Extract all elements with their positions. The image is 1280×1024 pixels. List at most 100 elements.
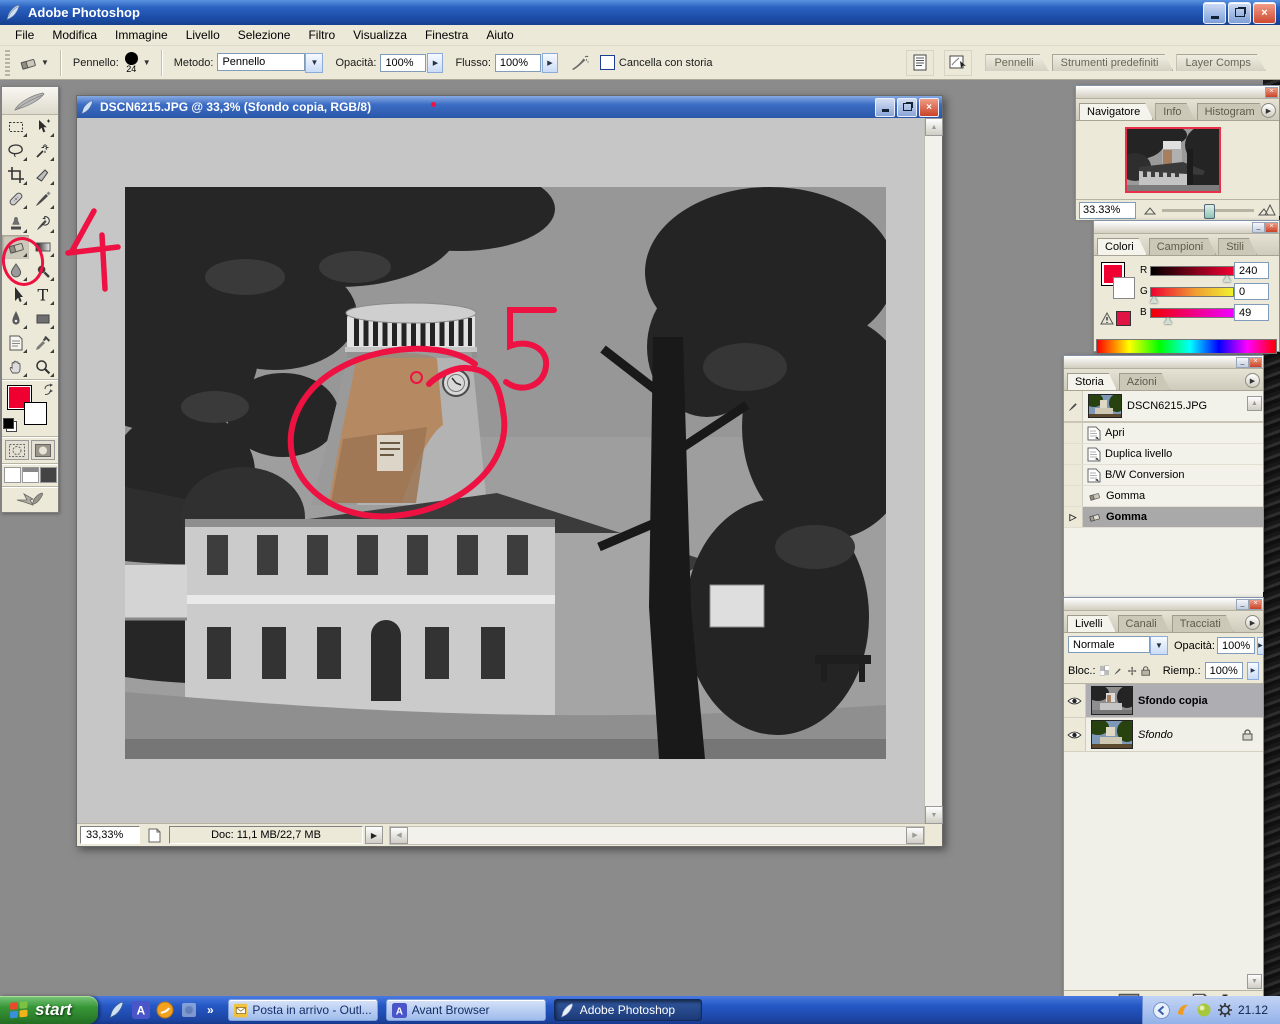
tab-navigatore[interactable]: Navigatore (1079, 103, 1153, 120)
layer-visibility-toggle[interactable] (1064, 718, 1086, 751)
tab-azioni[interactable]: Azioni (1119, 373, 1170, 390)
scroll-up-button[interactable]: ▲ (925, 118, 943, 136)
history-source-brush-icon[interactable] (1067, 400, 1080, 413)
opacity-input[interactable]: 100% (380, 54, 426, 72)
well-tab-strumenti[interactable]: Strumenti predefiniti (1052, 54, 1174, 71)
blend-mode-select[interactable]: Normale ▼ (1068, 636, 1168, 655)
layers-scroll-down[interactable]: ▼ (1247, 974, 1262, 989)
clone-stamp-tool[interactable] (2, 211, 29, 235)
ql-messenger-icon[interactable] (156, 1001, 174, 1019)
quickmask-mode-button[interactable] (31, 440, 55, 460)
menu-filtro[interactable]: Filtro (299, 26, 344, 44)
flow-spinner[interactable]: ▶ (542, 53, 558, 73)
tab-histogram[interactable]: Histogram (1197, 103, 1268, 120)
layer-visibility-toggle[interactable] (1064, 684, 1086, 717)
color-palette-header[interactable]: _ × (1094, 221, 1279, 234)
layers-minimize-icon[interactable]: _ (1236, 599, 1249, 610)
lock-move-icon[interactable] (1127, 665, 1137, 677)
doc-close-button[interactable]: × (919, 98, 939, 117)
tab-stili[interactable]: Stili (1218, 238, 1257, 255)
file-info-button[interactable] (906, 50, 934, 76)
tray-gear-icon[interactable] (1217, 1002, 1233, 1018)
doc-minimize-button[interactable] (875, 98, 895, 117)
menu-selezione[interactable]: Selezione (229, 26, 300, 44)
fullscreen-menubar-button[interactable] (22, 467, 39, 483)
menu-file[interactable]: File (6, 26, 43, 44)
menu-visualizza[interactable]: Visualizza (344, 26, 416, 44)
history-state-gomma1[interactable]: Gomma (1064, 486, 1263, 507)
history-source-well[interactable]: ▷ (1064, 507, 1083, 527)
tab-storia[interactable]: Storia (1067, 373, 1117, 390)
color-background-swatch[interactable] (1113, 277, 1135, 299)
blur-tool[interactable] (2, 259, 29, 283)
navigator-palette-header[interactable]: × (1076, 86, 1279, 99)
resize-grip[interactable] (925, 824, 942, 846)
fullscreen-button[interactable] (40, 467, 57, 483)
color-close-icon[interactable]: × (1265, 222, 1278, 233)
zoom-in-mountains-icon[interactable] (1258, 204, 1276, 216)
eraser-tool[interactable] (2, 235, 29, 259)
well-tab-layercomps[interactable]: Layer Comps (1176, 54, 1265, 71)
history-source-well[interactable] (1064, 423, 1083, 443)
standard-screen-button[interactable] (4, 467, 21, 483)
options-grip[interactable] (5, 50, 10, 76)
history-state-gomma2-selected[interactable]: ▷ Gomma (1064, 507, 1263, 528)
ql-overflow-chevron[interactable]: » (207, 1003, 214, 1017)
menu-aiuto[interactable]: Aiuto (477, 26, 522, 44)
menu-finestra[interactable]: Finestra (416, 26, 477, 44)
channel-r-slider[interactable] (1150, 266, 1234, 276)
lock-all-icon[interactable] (1141, 665, 1150, 677)
status-menu-arrow[interactable]: ▶ (365, 826, 383, 844)
current-tool-button[interactable]: ▼ (13, 52, 53, 74)
path-selection-tool[interactable] (2, 283, 29, 307)
move-tool[interactable] (29, 115, 56, 139)
scroll-right-button[interactable]: ▶ (906, 827, 924, 844)
history-state-bw-conversion[interactable]: B/W Conversion (1064, 465, 1263, 486)
flow-input[interactable]: 100% (495, 54, 541, 72)
dodge-tool[interactable] (29, 259, 56, 283)
history-scroll-up[interactable]: ▲ (1247, 396, 1262, 411)
channel-b-slider[interactable] (1150, 308, 1234, 318)
hand-tool[interactable] (2, 355, 29, 379)
pen-tool[interactable] (2, 307, 29, 331)
navigator-menu-icon[interactable]: ▶ (1261, 103, 1276, 118)
history-close-icon[interactable]: × (1249, 357, 1262, 368)
lock-paint-icon[interactable] (1113, 665, 1123, 677)
menu-modifica[interactable]: Modifica (43, 26, 106, 44)
background-color-swatch[interactable] (24, 402, 47, 425)
menu-immagine[interactable]: Immagine (106, 26, 177, 44)
hide-icons-chevron[interactable] (1153, 1002, 1170, 1019)
menu-livello[interactable]: Livello (177, 26, 229, 44)
channel-r-value[interactable]: 240 (1234, 262, 1269, 279)
layers-palette-header[interactable]: _ × (1064, 598, 1263, 611)
swap-colors-icon[interactable] (42, 383, 55, 396)
close-button[interactable]: × (1253, 2, 1276, 24)
status-page-icon[interactable] (143, 826, 165, 844)
tab-info[interactable]: Info (1155, 103, 1194, 120)
horizontal-scrollbar[interactable]: ◀ ▶ (389, 826, 925, 845)
shape-tool[interactable] (29, 307, 56, 331)
rectangular-marquee-tool[interactable] (2, 115, 29, 139)
tab-livelli[interactable]: Livelli (1067, 615, 1116, 632)
imageready-button[interactable] (2, 487, 58, 512)
mode-select[interactable]: Pennello ▼ (217, 53, 323, 73)
scroll-down-button[interactable]: ▼ (925, 806, 943, 824)
gradient-tool[interactable] (29, 235, 56, 259)
layers-menu-icon[interactable]: ▶ (1245, 615, 1260, 630)
slice-tool[interactable] (29, 163, 56, 187)
tab-colori[interactable]: Colori (1097, 238, 1147, 255)
restore-button[interactable] (1228, 2, 1251, 24)
ql-photoshop-icon[interactable] (108, 1001, 126, 1019)
zoom-percent-field[interactable]: 33,33% (80, 826, 140, 844)
zoom-tool[interactable] (29, 355, 56, 379)
tab-tracciati[interactable]: Tracciati (1172, 615, 1234, 632)
navigator-zoom-field[interactable]: 33.33% (1079, 202, 1136, 219)
history-brush-tool[interactable] (29, 211, 56, 235)
color-spectrum-ramp[interactable] (1096, 339, 1277, 354)
layers-close-icon[interactable]: × (1249, 599, 1262, 610)
fill-spinner[interactable]: ▶ (1247, 662, 1259, 680)
taskbar-button-photoshop[interactable]: Adobe Photoshop (554, 999, 702, 1021)
layer-thumbnail-color[interactable] (1091, 720, 1133, 749)
tab-campioni[interactable]: Campioni (1149, 238, 1216, 255)
healing-brush-tool[interactable] (2, 187, 29, 211)
